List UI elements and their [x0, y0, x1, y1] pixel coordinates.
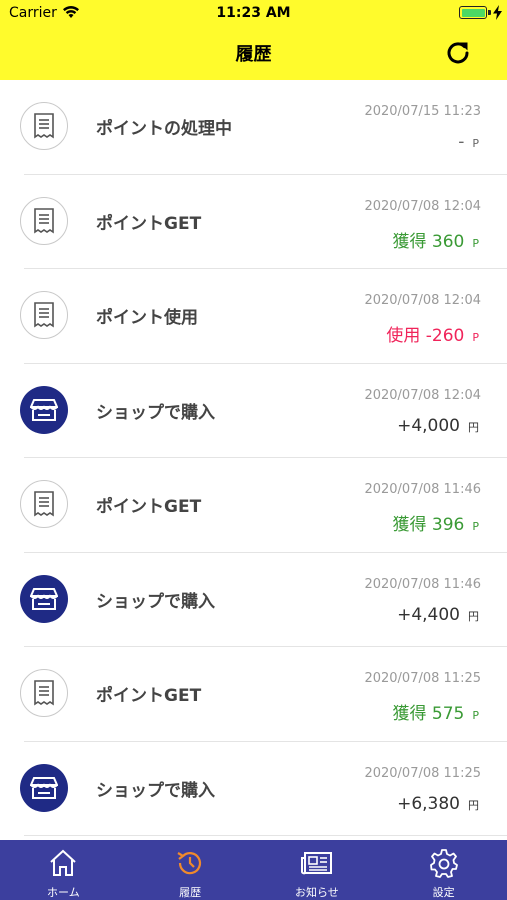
tab-label: 履歴	[179, 886, 202, 899]
history-amount: - P	[458, 132, 479, 152]
history-amount: +4,400 円	[397, 605, 479, 625]
history-date: 2020/07/08 12:04	[364, 387, 481, 403]
battery-icon	[459, 6, 487, 19]
amount-value: +4,400	[397, 604, 460, 625]
amount-unit: P	[472, 709, 479, 722]
settings-icon	[429, 848, 459, 882]
amount-unit: P	[472, 137, 479, 150]
amount-value: 獲得 575	[392, 704, 465, 724]
amount-unit: 円	[468, 798, 479, 812]
row-divider	[24, 835, 507, 836]
amount-value: 獲得 360	[392, 231, 465, 252]
history-icon	[175, 848, 205, 882]
history-label: ポイント使用	[96, 308, 198, 328]
tab-label: 設定	[432, 886, 455, 899]
page-title: 履歴	[235, 44, 272, 65]
history-amount: 獲得 575 P	[393, 699, 480, 724]
history-amount: 使用 -260 P	[386, 321, 479, 346]
history-row[interactable]: ポイント使用 2020/07/08 12:04 使用 -260 P	[0, 269, 507, 364]
history-row[interactable]: ショップで購入 2020/07/08 12:04 +4,000 円	[0, 364, 507, 458]
amount-value: +4,000	[397, 415, 460, 436]
refresh-icon[interactable]	[443, 38, 473, 68]
home-icon	[48, 848, 78, 882]
amount-unit: 円	[468, 609, 479, 623]
shop-icon	[20, 385, 68, 434]
amount-unit: 円	[468, 420, 479, 434]
tab-label: お知らせ	[294, 886, 339, 899]
history-list[interactable]: ポイントの処理中 2020/07/15 11:23 - P ポイントGET 20…	[0, 80, 507, 840]
amount-value: 使用 -260	[386, 326, 465, 346]
history-label: ショップで購入	[96, 780, 215, 801]
receipt-icon	[20, 196, 68, 245]
receipt-icon	[20, 102, 68, 150]
amount-value: +6,380	[397, 793, 460, 814]
history-amount: +6,380 円	[397, 794, 479, 814]
app-header: Carrier 11:23 AM 履歴	[0, 0, 507, 80]
tab-label: ホーム	[47, 886, 80, 899]
history-date: 2020/07/08 11:46	[364, 576, 481, 592]
history-date: 2020/07/08 12:04	[364, 293, 481, 308]
history-label: ポイントGET	[96, 686, 202, 706]
amount-unit: P	[472, 520, 479, 533]
news-icon	[300, 848, 334, 882]
history-amount: +4,000 円	[397, 416, 479, 436]
history-label: ポイントGET	[96, 497, 202, 517]
history-date: 2020/07/08 12:04	[364, 198, 481, 214]
tab-home[interactable]: ホーム	[0, 840, 127, 900]
history-row[interactable]: ポイントの処理中 2020/07/15 11:23 - P	[0, 80, 507, 175]
tab-news[interactable]: お知らせ	[254, 840, 381, 900]
amount-value: 獲得 396	[392, 515, 465, 535]
amount-value: -	[458, 132, 465, 152]
charging-icon	[493, 5, 502, 20]
history-date: 2020/07/08 11:46	[364, 482, 481, 497]
history-date: 2020/07/08 11:25	[364, 765, 481, 781]
shop-icon	[20, 763, 68, 812]
shop-icon	[20, 574, 68, 623]
history-row[interactable]: ポイントGET 2020/07/08 11:46 獲得 396 P	[0, 458, 507, 553]
history-date: 2020/07/08 11:25	[364, 671, 481, 686]
history-date: 2020/07/15 11:23	[364, 104, 481, 119]
history-row[interactable]: ショップで購入 2020/07/08 11:25 +6,380 円	[0, 742, 507, 836]
history-label: ショップで購入	[96, 591, 215, 612]
amount-unit: P	[472, 236, 479, 250]
history-label: ポイントGET	[96, 213, 202, 234]
receipt-icon	[20, 480, 68, 528]
status-bar: Carrier 11:23 AM	[0, 0, 507, 28]
amount-unit: P	[472, 331, 479, 344]
battery-cap	[488, 10, 491, 15]
tab-history[interactable]: 履歴	[127, 840, 254, 900]
history-label: ショップで購入	[96, 402, 215, 423]
receipt-icon	[20, 669, 68, 717]
status-time: 11:23 AM	[216, 5, 291, 21]
tab-settings[interactable]: 設定	[380, 840, 507, 900]
tab-bar: ホーム 履歴 お知らせ 設定	[0, 840, 507, 900]
history-label: ポイントの処理中	[96, 119, 232, 139]
history-amount: 獲得 360 P	[393, 227, 480, 252]
history-row[interactable]: ポイントGET 2020/07/08 12:04 獲得 360 P	[0, 175, 507, 269]
receipt-icon	[20, 291, 68, 339]
history-row[interactable]: ショップで購入 2020/07/08 11:46 +4,400 円	[0, 553, 507, 647]
history-row[interactable]: ポイントGET 2020/07/08 11:25 獲得 575 P	[0, 647, 507, 742]
history-amount: 獲得 396 P	[393, 510, 480, 535]
